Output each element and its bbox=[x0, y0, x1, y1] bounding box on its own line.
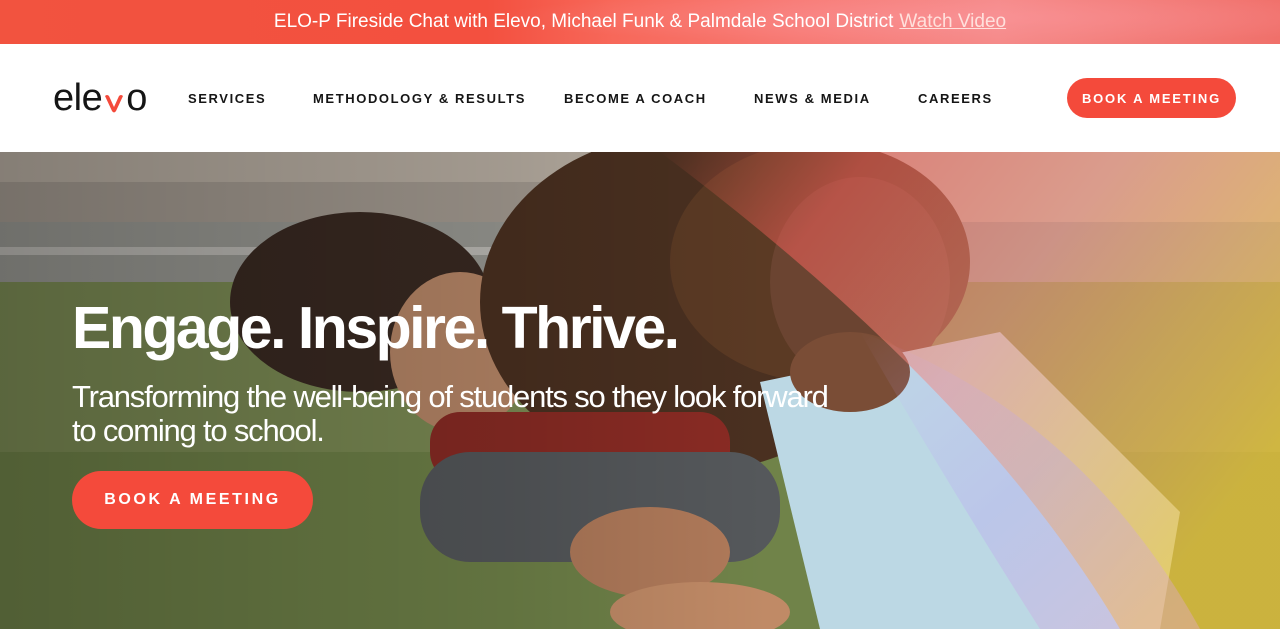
watch-video-link[interactable]: Watch Video bbox=[899, 11, 1006, 33]
hero-subtitle: Transforming the well-being of students … bbox=[72, 379, 829, 448]
main-nav: SERVICES METHODOLOGY & RESULTS BECOME A … bbox=[0, 44, 1280, 152]
nav-item-careers[interactable]: CAREERS bbox=[918, 91, 993, 106]
announcement-text: ELO-P Fireside Chat with Elevo, Michael … bbox=[273, 11, 894, 32]
nav-item-methodology-results[interactable]: METHODOLOGY & RESULTS bbox=[313, 91, 526, 106]
site-header: ele o SERVICES METHODOLOGY & RESULTS BECO… bbox=[0, 44, 1280, 152]
nav-item-news-media[interactable]: NEWS & MEDIA bbox=[754, 91, 871, 106]
book-meeting-header-button[interactable]: BOOK A MEETING bbox=[1067, 78, 1236, 118]
announcement-bar: ELO-P Fireside Chat with Elevo, Michael … bbox=[0, 0, 1280, 44]
book-meeting-hero-button[interactable]: BOOK A MEETING bbox=[72, 471, 313, 529]
hero-title: Engage. Inspire. Thrive. bbox=[72, 295, 680, 361]
hero-section: Engage. Inspire. Thrive. Transforming th… bbox=[0, 152, 1280, 629]
nav-item-services[interactable]: SERVICES bbox=[188, 91, 266, 106]
nav-item-become-a-coach[interactable]: BECOME A COACH bbox=[564, 91, 707, 106]
